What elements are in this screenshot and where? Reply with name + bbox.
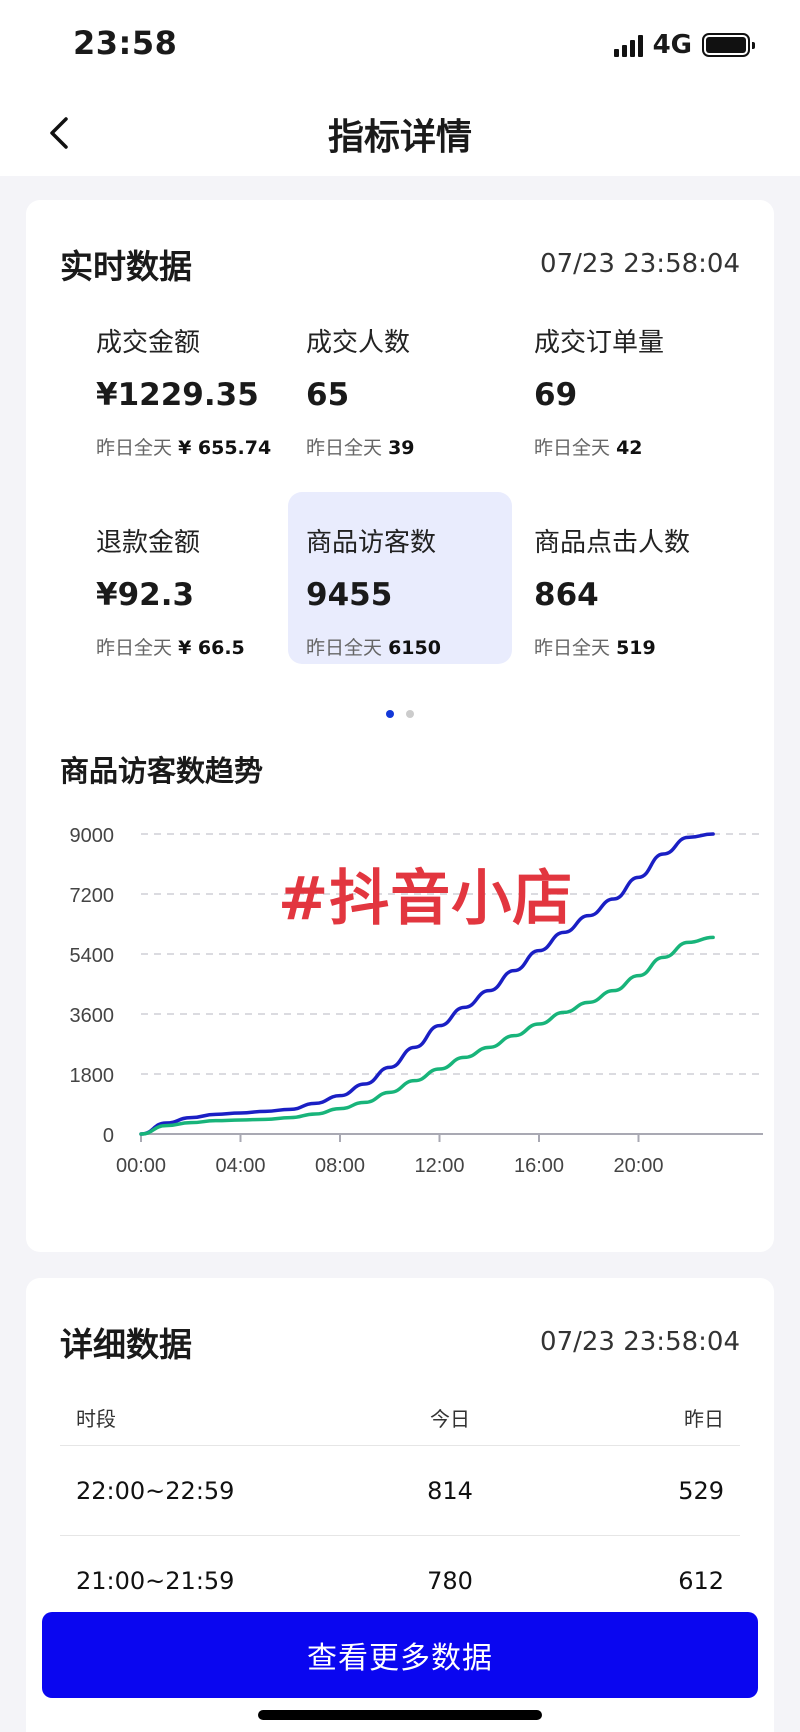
status-time: 23:58 [73, 24, 178, 62]
detail-table: 时段 今日 昨日 22:00~22:59 814 529 21:00~21:59… [60, 1390, 740, 1626]
metric-value: 864 [534, 577, 599, 613]
metric-previous-label: 昨日全天 [96, 637, 173, 659]
y-tick-label: 7200 [70, 885, 115, 907]
metric-previous-value: 39 [388, 437, 415, 459]
nav-bar: 指标详情 [0, 90, 800, 176]
metric-card[interactable]: 成交人数 65 昨日全天 39 [288, 292, 512, 464]
y-tick-label: 9000 [70, 825, 115, 847]
page-dot-active [386, 710, 394, 718]
x-tick-label: 12:00 [414, 1155, 464, 1177]
metric-label: 商品访客数 [306, 528, 437, 558]
metric-previous-value: 519 [616, 637, 656, 659]
metric-card[interactable]: 商品访客数 9455 昨日全天 6150 [288, 492, 512, 664]
battery-icon [702, 33, 755, 57]
page-indicator [26, 710, 774, 718]
detail-title: 详细数据 [60, 1325, 192, 1364]
metric-previous-value: 42 [616, 437, 643, 459]
x-tick-label: 08:00 [315, 1155, 365, 1177]
network-label: 4G [652, 30, 692, 60]
metric-value: ¥92.3 [96, 577, 195, 613]
y-tick-label: 1800 [70, 1065, 115, 1087]
metric-value: 69 [534, 377, 578, 413]
home-indicator[interactable] [258, 1710, 542, 1720]
metric-previous-label: 昨日全天 [96, 437, 173, 459]
metric-label: 退款金额 [96, 528, 201, 558]
watermark-text: #抖音小店 [278, 864, 574, 934]
metric-previous: 昨日全天 ¥ 66.5 [96, 633, 302, 660]
metric-previous: 昨日全天 39 [306, 433, 512, 460]
metric-previous: 昨日全天 6150 [306, 633, 512, 660]
table-header: 时段 今日 昨日 [60, 1390, 740, 1446]
page-title: 指标详情 [327, 117, 472, 158]
metric-value: 65 [306, 377, 350, 413]
page-dot [406, 710, 414, 718]
column-header-yesterday: 昨日 [684, 1407, 724, 1431]
realtime-title: 实时数据 [60, 247, 192, 286]
y-tick-label: 5400 [70, 945, 115, 967]
metric-previous: 昨日全天 519 [534, 633, 740, 660]
metric-label: 成交人数 [306, 328, 411, 358]
metric-card[interactable]: 商品点击人数 864 昨日全天 519 [516, 492, 740, 664]
metric-previous-value: ¥ 66.5 [178, 637, 245, 659]
status-icons: 4G [613, 30, 755, 60]
status-bar: 23:58 4G [0, 0, 800, 90]
metric-previous-label: 昨日全天 [534, 437, 611, 459]
x-tick-label: 04:00 [215, 1155, 265, 1177]
metric-label: 成交金额 [96, 328, 201, 358]
realtime-timestamp: 07/23 23:58:04 [540, 249, 740, 279]
metric-previous-value: 6150 [388, 637, 441, 659]
row-period: 22:00~22:59 [76, 1476, 235, 1505]
row-period: 21:00~21:59 [76, 1566, 235, 1595]
metric-label: 商品点击人数 [534, 528, 691, 558]
metric-previous: 昨日全天 ¥ 655.74 [96, 433, 302, 460]
realtime-card: 实时数据 07/23 23:58:04 成交金额 ¥1229.35 昨日全天 ¥ 6… [26, 200, 774, 1252]
metric-value: 9455 [306, 577, 393, 613]
x-tick-label: 16:00 [514, 1155, 564, 1177]
metric-card[interactable]: 退款金额 ¥92.3 昨日全天 ¥ 66.5 [78, 492, 302, 664]
metric-previous: 昨日全天 42 [534, 433, 740, 460]
metric-previous-label: 昨日全天 [534, 637, 611, 659]
metric-previous-label: 昨日全天 [306, 437, 383, 459]
row-yesterday: 612 [678, 1566, 724, 1595]
y-tick-label: 0 [103, 1125, 114, 1147]
column-header-period: 时段 [76, 1407, 116, 1431]
row-yesterday: 529 [678, 1476, 724, 1505]
y-tick-label: 3600 [70, 1005, 115, 1027]
trend-title: 商品访客数趋势 [60, 754, 264, 788]
metric-previous-value: ¥ 655.74 [178, 437, 272, 459]
view-more-button[interactable]: 查看更多数据 [42, 1612, 758, 1698]
row-today: 780 [427, 1566, 473, 1595]
metric-card[interactable]: 成交订单量 69 昨日全天 42 [516, 292, 740, 464]
signal-icon [613, 33, 643, 57]
x-tick-label: 00:00 [116, 1155, 166, 1177]
row-today: 814 [427, 1476, 473, 1505]
column-header-today: 今日 [430, 1407, 470, 1431]
metric-card[interactable]: 成交金额 ¥1229.35 昨日全天 ¥ 655.74 [78, 292, 302, 464]
table-row: 22:00~22:59 814 529 [60, 1446, 740, 1536]
x-tick-label: 20:00 [613, 1155, 663, 1177]
metric-value: ¥1229.35 [96, 377, 259, 413]
detail-timestamp: 07/23 23:58:04 [540, 1327, 740, 1357]
metric-label: 成交订单量 [534, 328, 665, 358]
metric-previous-label: 昨日全天 [306, 637, 383, 659]
